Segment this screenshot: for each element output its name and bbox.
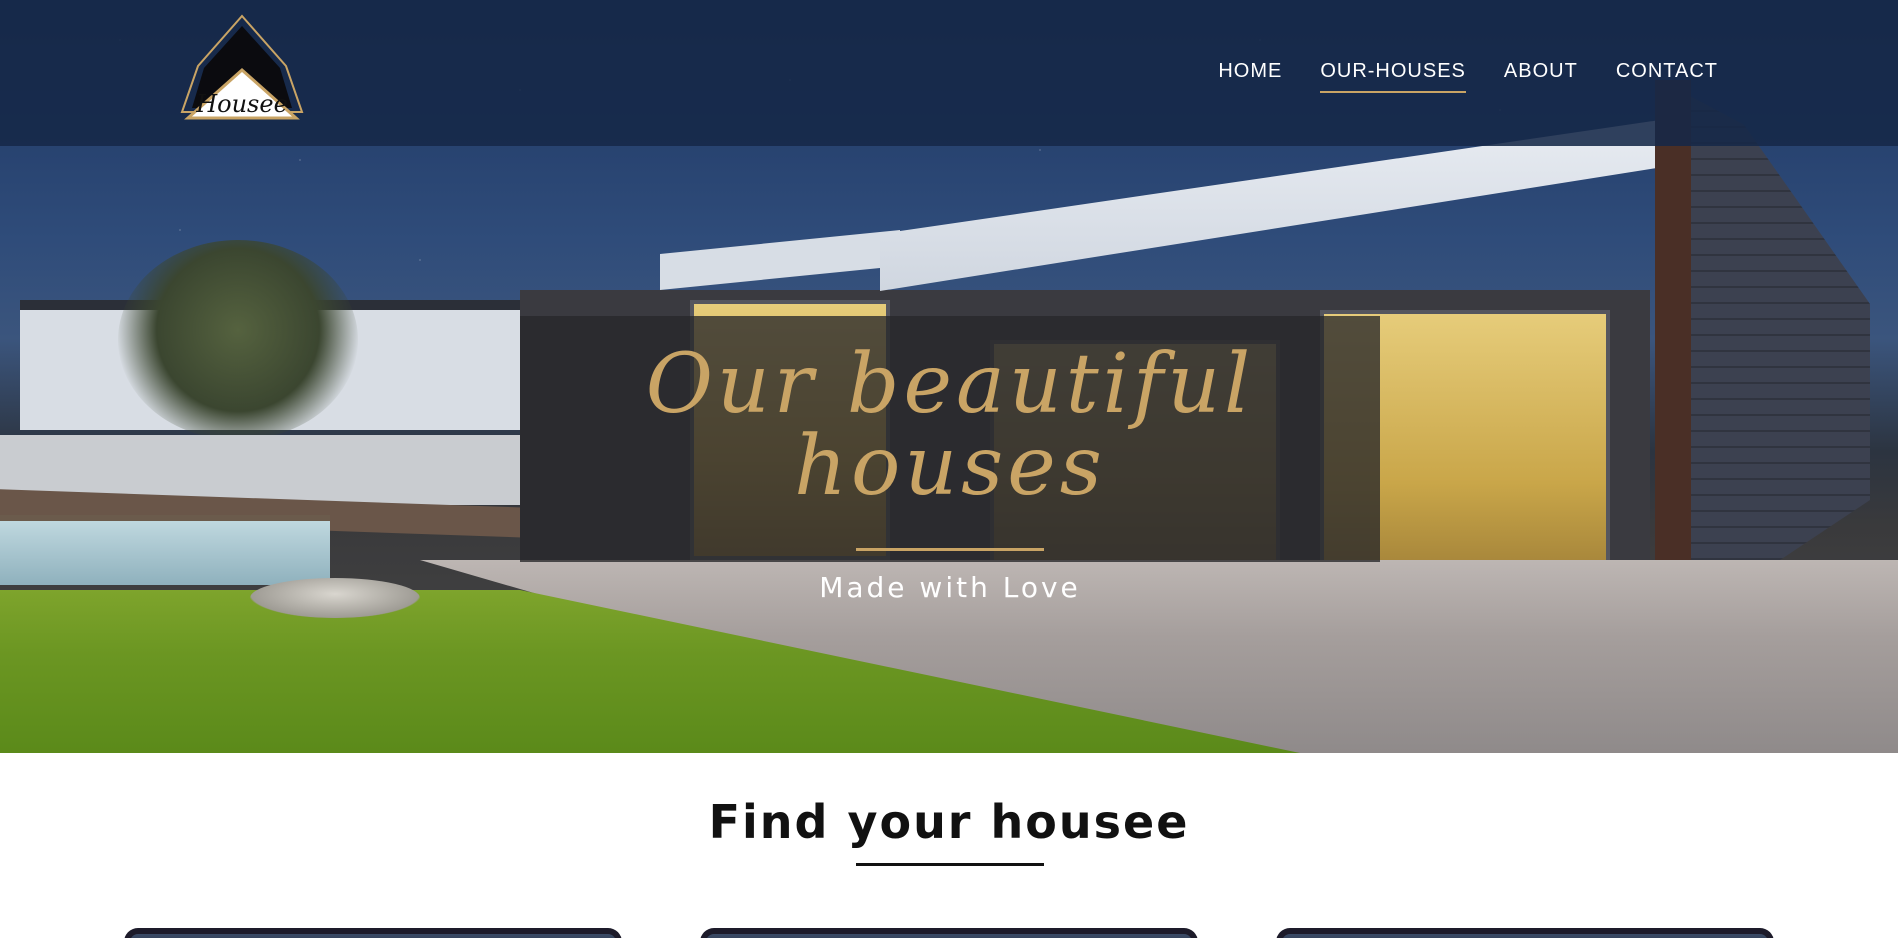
- house-card[interactable]: [1276, 928, 1774, 938]
- navbar: Housee HOME OUR-HOUSES ABOUT CONTACT: [0, 0, 1898, 146]
- logo-text: Housee: [195, 90, 288, 118]
- hero-title: Our beautiful houses: [645, 337, 1255, 514]
- nav-our-houses[interactable]: OUR-HOUSES: [1320, 60, 1466, 93]
- main-nav: HOME OUR-HOUSES ABOUT CONTACT: [1218, 60, 1718, 93]
- logo-house-icon: Housee: [180, 14, 304, 120]
- nav-home[interactable]: HOME: [1218, 60, 1282, 93]
- house-card[interactable]: [700, 928, 1198, 938]
- house-card[interactable]: [124, 928, 622, 938]
- hero-caption-box: Our beautiful houses Made with Love: [520, 316, 1380, 604]
- section-divider: [856, 863, 1044, 866]
- nav-contact[interactable]: CONTACT: [1616, 60, 1718, 93]
- garden-rocks: [250, 578, 420, 618]
- section-title: Find your housee: [708, 795, 1190, 849]
- nav-about[interactable]: ABOUT: [1504, 60, 1578, 93]
- logo[interactable]: Housee: [168, 14, 316, 128]
- swimming-pool: [0, 515, 330, 585]
- hero-divider: [856, 548, 1044, 551]
- tree: [118, 240, 358, 440]
- hero-subtitle: Made with Love: [819, 571, 1081, 604]
